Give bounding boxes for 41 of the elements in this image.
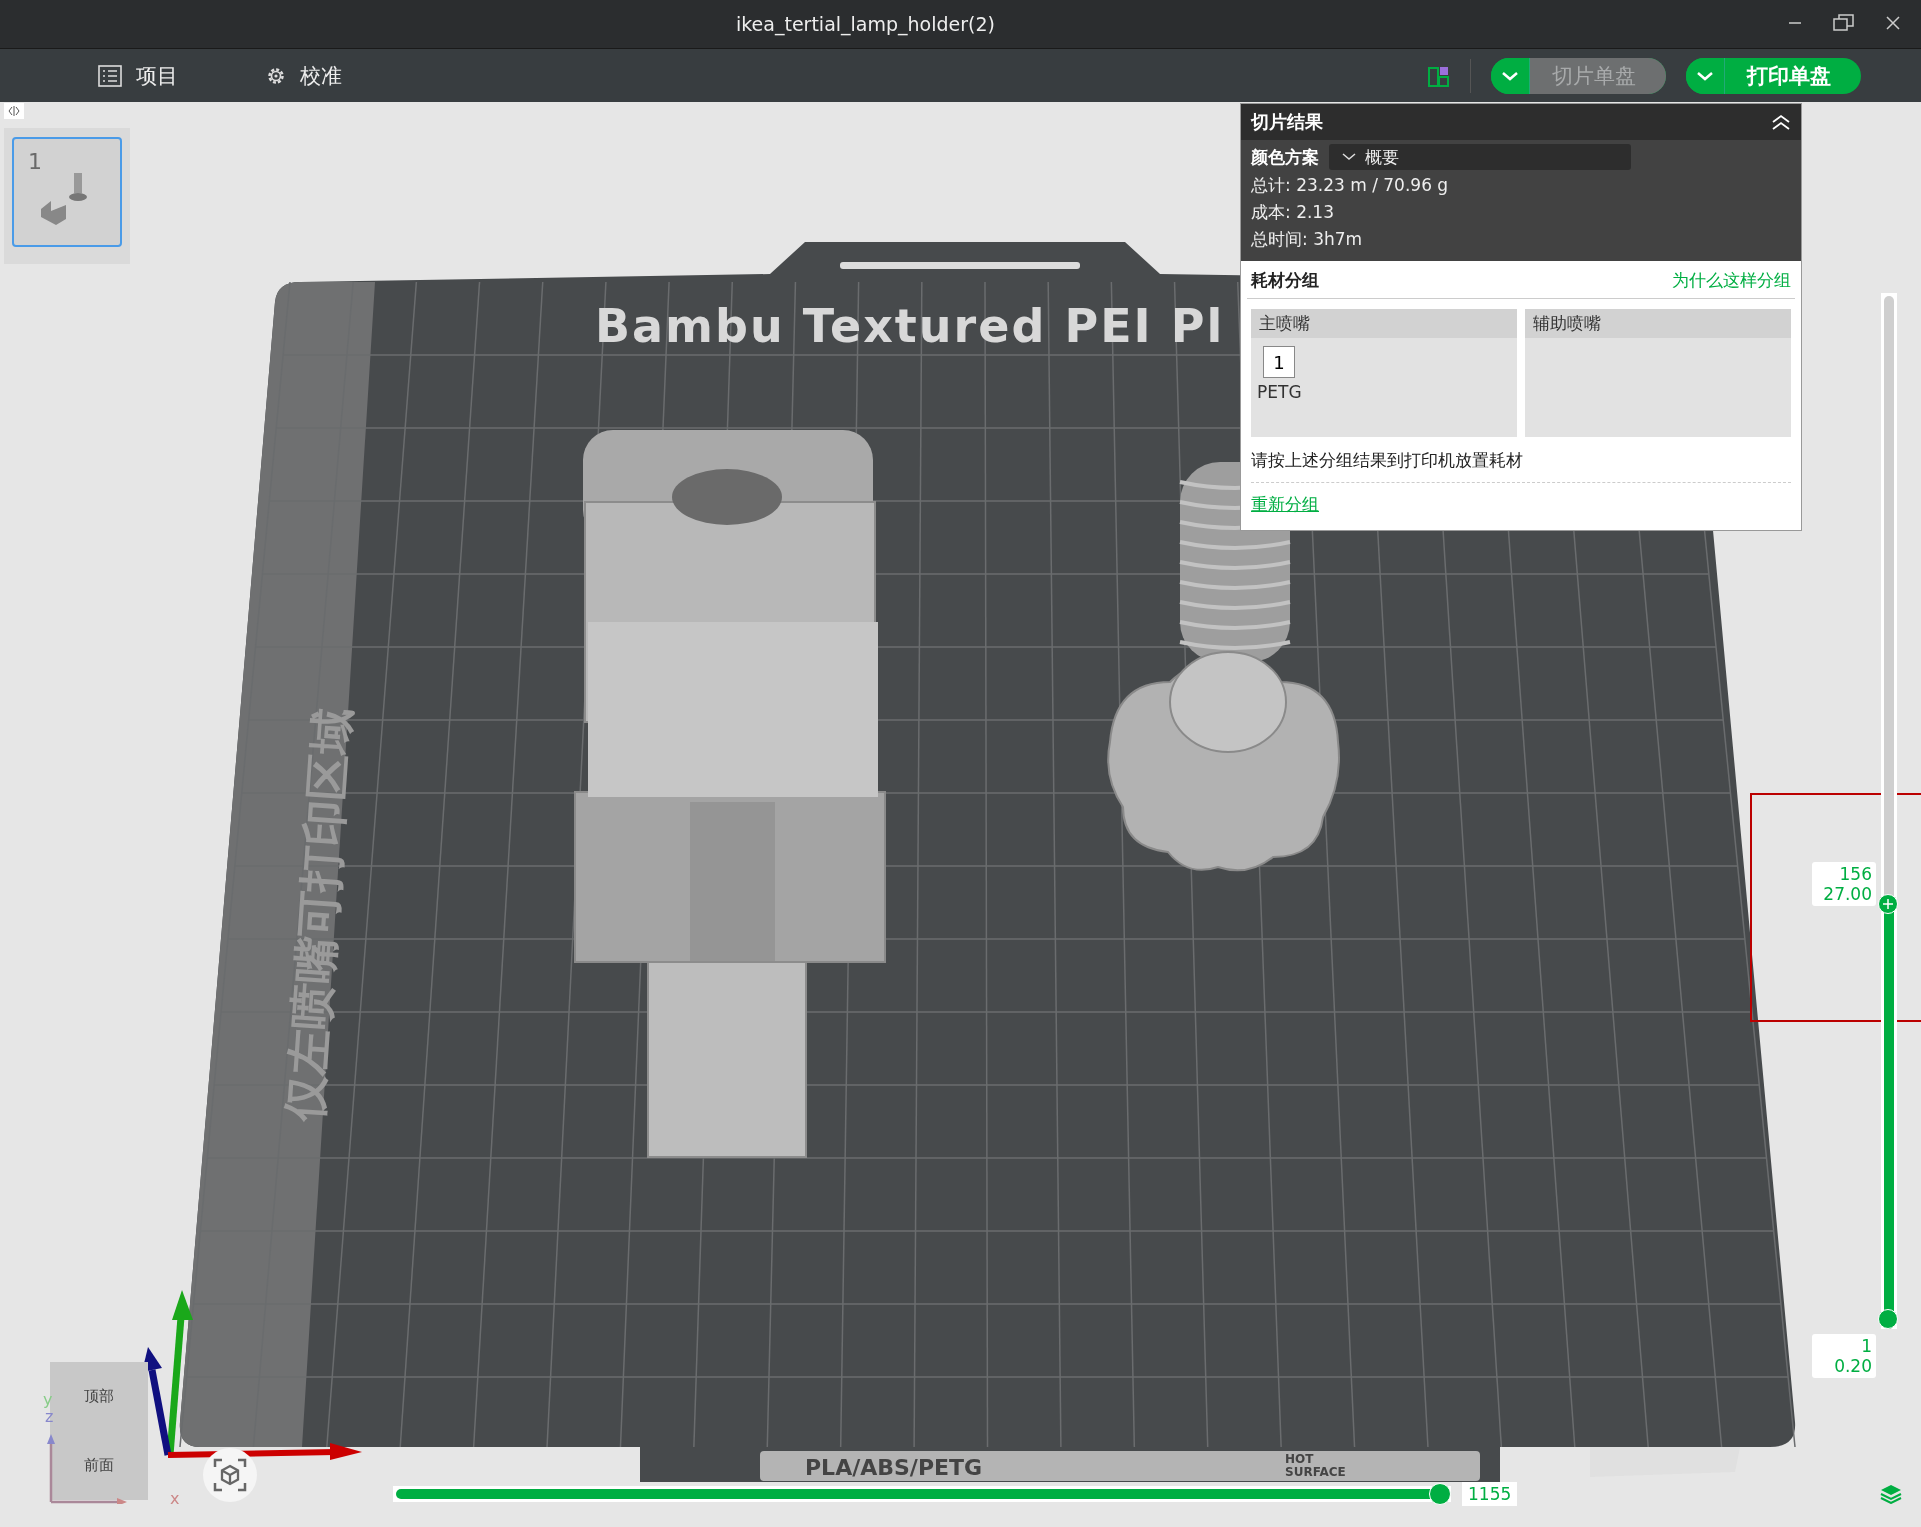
layout-icon[interactable] — [1428, 64, 1450, 87]
filament-slot[interactable]: 1 — [1263, 346, 1295, 378]
grouping-note: 请按上述分组结果到打印机放置耗材 — [1250, 449, 1524, 472]
panel-toggle-icon[interactable] — [4, 103, 24, 119]
slice-stat: 成本: 2.13 — [1251, 201, 1335, 224]
view-cube-top-label: 顶部 — [84, 1387, 114, 1406]
color-scheme-label: 颜色方案 — [1251, 145, 1319, 169]
grouping-title: 耗材分组 — [1251, 269, 1319, 292]
nozzle-zone-label: 仅左喷嘴可打印区域 — [277, 706, 360, 1123]
axis-label: y — [43, 1390, 53, 1409]
hot-surface-label: HOT SURFACE — [1285, 1452, 1346, 1479]
filament-label: PLA/ABS/PETG — [805, 1455, 983, 1480]
window-title: ikea_tertial_lamp_holder(2) — [736, 13, 995, 35]
plate-thumbnail[interactable]: 1 — [12, 137, 122, 247]
filament-material: PETG — [1257, 382, 1302, 402]
color-scheme-dropdown[interactable]: 概要 — [1329, 144, 1631, 170]
lower-layer-handle[interactable] — [1878, 1309, 1898, 1329]
axis-label: x — [170, 1489, 180, 1508]
lower-layer-label: 1 0.20 — [1812, 1334, 1876, 1378]
chevron-down-icon — [1341, 152, 1357, 162]
restore-icon[interactable] — [1833, 14, 1855, 32]
collapse-icon[interactable] — [1771, 113, 1791, 131]
bed-label: Bambu Textured PEI Pl — [595, 299, 1225, 353]
list-icon — [98, 64, 122, 87]
nozzle-group-header: 主喷嘴 — [1251, 309, 1517, 338]
settings-icon — [266, 65, 286, 86]
upper-layer-handle[interactable] — [1878, 894, 1898, 915]
toolbar-tab[interactable]: 项目 — [98, 61, 178, 90]
toolbar-tab[interactable]: 校准 — [266, 61, 342, 90]
view-cube-front-label: 前面 — [84, 1456, 114, 1475]
close-icon[interactable] — [1885, 15, 1901, 31]
cube-icon — [213, 1458, 247, 1492]
move-slider-handle[interactable] — [1429, 1483, 1451, 1505]
panel-title: 切片结果 — [1251, 110, 1323, 134]
slice-stat: 总时间: 3h7m — [1251, 228, 1364, 251]
plate-number: 1 — [28, 149, 42, 174]
upper-layer-label: 156 27.00 — [1812, 861, 1876, 906]
reset-view-button[interactable] — [203, 1448, 257, 1502]
move-slider-value: 1155 — [1462, 1482, 1518, 1506]
slice-stat: 总计: 23.23 m / 70.96 g — [1251, 174, 1450, 197]
nozzle-group-header: 辅助喷嘴 — [1525, 309, 1791, 338]
